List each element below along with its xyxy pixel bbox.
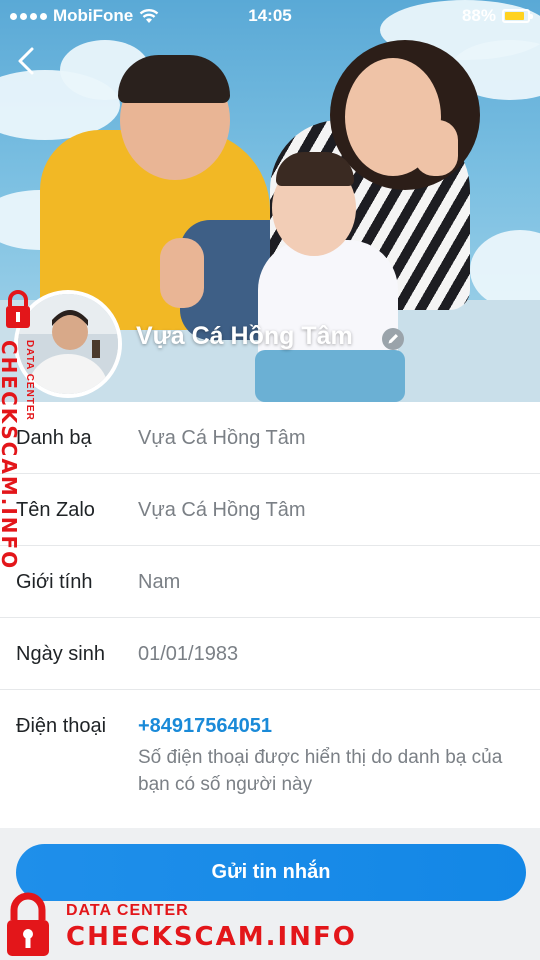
row-value: Nam <box>138 571 181 593</box>
watermark-brand: CHECKSCAM.INFO <box>66 922 357 952</box>
watermark-data-center: DATA CENTER <box>66 902 189 919</box>
battery-percent: 88% <box>461 6 496 25</box>
battery-fill <box>505 12 525 20</box>
row-value: Vựa Cá Hồng Tâm <box>138 499 306 521</box>
row-label: Giới tính <box>16 571 93 593</box>
status-right: 88% <box>461 6 533 26</box>
lock-icon <box>7 892 49 956</box>
watermark-vertical: DATA CENTER CHECKSCAM.INFO <box>0 290 38 570</box>
watermark-brand-vertical: CHECKSCAM.INFO <box>0 340 21 571</box>
info-row-contacts: Danh bạ Vựa Cá Hồng Tâm <box>0 402 540 474</box>
lock-icon <box>6 290 30 328</box>
watermark-bottom: DATA CENTER CHECKSCAM.INFO <box>0 890 540 960</box>
back-button[interactable] <box>12 44 44 78</box>
profile-name: Vựa Cá Hồng Tâm <box>136 322 353 350</box>
row-value: 01/01/1983 <box>138 643 239 665</box>
info-row-zalo-name: Tên Zalo Vựa Cá Hồng Tâm <box>0 474 540 546</box>
chevron-left-icon <box>18 47 34 75</box>
phone-note: Số điện thoại được hiển thị do danh bạ c… <box>138 747 503 795</box>
edit-name-button[interactable] <box>381 327 405 351</box>
watermark-data-center-vertical: DATA CENTER <box>24 340 35 421</box>
pencil-icon <box>382 328 404 350</box>
battery-icon <box>502 9 533 23</box>
row-label: Ngày sinh <box>16 643 105 665</box>
phone-number-link[interactable]: +84917564051 <box>138 715 272 738</box>
status-bar: MobiFone 14:05 88% <box>0 0 540 32</box>
profile-info: Danh bạ Vựa Cá Hồng Tâm Tên Zalo Vựa Cá … <box>0 402 540 846</box>
info-row-birthday: Ngày sinh 01/01/1983 <box>0 618 540 690</box>
row-label: Điện thoại <box>16 715 107 737</box>
row-value: Vựa Cá Hồng Tâm <box>138 427 306 449</box>
info-row-gender: Giới tính Nam <box>0 546 540 618</box>
info-row-phone: Điện thoại +84917564051 Số điện thoại đư… <box>0 690 540 846</box>
status-time: 14:05 <box>248 6 292 25</box>
